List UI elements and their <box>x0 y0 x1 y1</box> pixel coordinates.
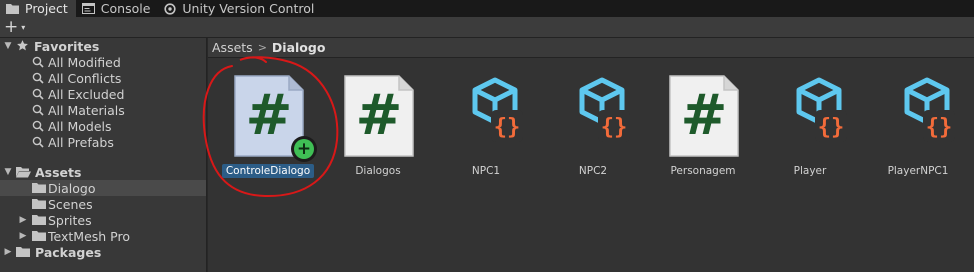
tree-item-label: Scenes <box>48 196 93 212</box>
tree-item-label: TextMesh Pro <box>48 228 130 244</box>
favorite-item-all-models[interactable]: All Models <box>0 118 206 134</box>
folder-icon <box>6 3 19 14</box>
search-icon <box>32 88 44 100</box>
folder-icon <box>16 246 30 258</box>
project-toolbar: + ▾ <box>0 17 974 38</box>
asset-name[interactable]: PlayerNPC1 <box>868 165 968 177</box>
tree-item-favorites[interactable]: ▼ Favorites <box>0 38 206 54</box>
tree-item-sprites[interactable]: ▶ Sprites <box>0 212 206 228</box>
search-icon <box>32 72 44 84</box>
asset-name[interactable]: Dialogos <box>328 165 428 177</box>
favorite-item-label: All Models <box>48 118 112 134</box>
tab-label: Project <box>25 1 68 16</box>
expand-arrow-icon[interactable]: ▼ <box>3 167 13 177</box>
favorite-item-label: All Excluded <box>48 86 125 102</box>
plus-icon: + <box>4 17 19 37</box>
star-icon <box>16 39 29 52</box>
tree-item-packages[interactable]: ▶ Packages <box>0 244 206 260</box>
asset-tile-npc2[interactable]: {} NPC2 <box>543 74 643 182</box>
scriptable-object-icon: {} <box>579 77 630 142</box>
asset-thumbnail: {} <box>451 74 523 158</box>
expand-arrow-icon[interactable]: ▶ <box>3 247 13 257</box>
search-icon <box>32 120 44 132</box>
tab-project[interactable]: Project <box>0 0 76 17</box>
console-icon <box>81 3 95 14</box>
asset-tile-player[interactable]: {} Player <box>760 74 860 182</box>
search-icon <box>32 56 44 68</box>
version-control-icon <box>164 2 177 15</box>
asset-tile-personagem[interactable]: # Personagem <box>653 74 753 182</box>
tree-item-label: Packages <box>35 244 102 260</box>
asset-name[interactable]: Personagem <box>653 165 753 177</box>
asset-name[interactable]: Player <box>760 165 860 177</box>
expand-arrow-icon[interactable]: ▼ <box>3 41 13 51</box>
favorite-item-label: All Materials <box>48 102 125 118</box>
create-asset-button[interactable]: + ▾ <box>4 17 36 37</box>
tree-item-label: Sprites <box>48 212 92 228</box>
tree-item-textmesh-pro[interactable]: ▶ TextMesh Pro <box>0 228 206 244</box>
folder-icon <box>32 230 46 242</box>
folder-icon <box>32 214 46 226</box>
asset-name[interactable]: NPC2 <box>543 165 643 177</box>
csharp-hash-icon: # <box>680 83 728 148</box>
scriptable-object-icon: {} <box>796 77 847 142</box>
favorite-item-label: All Conflicts <box>48 70 122 86</box>
asset-thumbnail: {} <box>883 74 955 158</box>
breadcrumb: Assets > Dialogo <box>208 38 974 58</box>
folder-icon <box>32 198 46 210</box>
expand-arrow-icon[interactable]: ▶ <box>18 231 28 241</box>
new-asset-badge-icon: + <box>291 136 317 162</box>
favorite-item-all-conflicts[interactable]: All Conflicts <box>0 70 206 86</box>
svg-text:{}: {} <box>818 115 845 140</box>
folder-open-icon <box>16 166 31 178</box>
asset-tile-playernpc1[interactable]: {} PlayerNPC1 <box>868 74 968 182</box>
search-icon <box>32 104 44 116</box>
svg-text:{}: {} <box>601 115 628 140</box>
svg-text:{}: {} <box>494 115 521 140</box>
asset-name[interactable]: ControleDialogo <box>221 164 315 178</box>
asset-tile-dialogos[interactable]: # Dialogos <box>328 74 428 182</box>
breadcrumb-item-assets[interactable]: Assets <box>212 40 253 55</box>
tab-unity-version-control[interactable]: Unity Version Control <box>158 0 322 17</box>
tab-label: Console <box>100 1 151 16</box>
favorite-item-all-prefabs[interactable]: All Prefabs <box>0 134 206 150</box>
asset-thumbnail: # + <box>233 74 317 162</box>
tree-item-label: Favorites <box>34 38 100 54</box>
tree-item-scenes[interactable]: Scenes <box>0 196 206 212</box>
scriptable-object-icon: {} <box>904 77 955 142</box>
tree-item-label: Dialogo <box>48 180 96 196</box>
asset-thumbnail: {} <box>775 74 847 158</box>
tree-item-assets[interactable]: ▼ Assets <box>0 164 206 180</box>
breadcrumb-separator: > <box>257 41 267 54</box>
tab-label: Unity Version Control <box>182 1 315 16</box>
asset-browser: Assets > Dialogo # + ControleDialogo # D… <box>208 38 974 272</box>
favorite-item-label: All Prefabs <box>48 134 114 150</box>
breadcrumb-item-current[interactable]: Dialogo <box>272 40 326 55</box>
scriptable-object-icon: {} <box>472 77 523 142</box>
search-icon <box>32 136 44 148</box>
asset-tile-npc1[interactable]: {} NPC1 <box>436 74 536 182</box>
svg-text:{}: {} <box>926 115 953 140</box>
chevron-down-icon: ▾ <box>21 22 26 32</box>
favorite-item-label: All Modified <box>48 54 121 70</box>
asset-tile-controledialogo[interactable]: # + ControleDialogo <box>218 74 318 182</box>
favorite-item-all-materials[interactable]: All Materials <box>0 102 206 118</box>
csharp-hash-icon: # <box>355 83 403 148</box>
asset-thumbnail: {} <box>558 74 630 158</box>
expand-arrow-icon[interactable]: ▶ <box>18 215 28 225</box>
tab-console[interactable]: Console <box>76 0 159 17</box>
tree-item-label: Assets <box>35 164 82 180</box>
asset-thumbnail: # <box>668 74 740 158</box>
folder-icon <box>32 182 46 194</box>
tree-item-dialogo[interactable]: Dialogo <box>0 180 206 196</box>
favorite-item-all-excluded[interactable]: All Excluded <box>0 86 206 102</box>
asset-thumbnail: # <box>343 74 415 158</box>
asset-name[interactable]: NPC1 <box>436 165 536 177</box>
window-tab-bar: Project Console Unity Version Control <box>0 0 974 17</box>
favorite-item-all-modified[interactable]: All Modified <box>0 54 206 70</box>
project-folder-tree: ▼ Favorites All Modified All Conflicts A… <box>0 38 207 272</box>
